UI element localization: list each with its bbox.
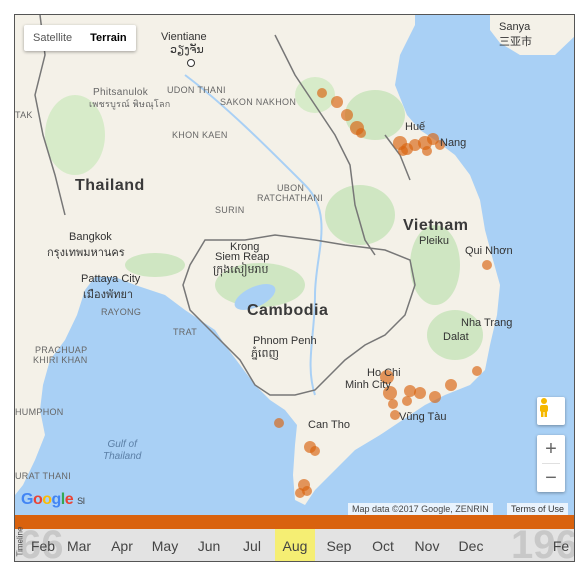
pegman-icon: [540, 398, 548, 417]
gulf-of-thailand-label: Gulf of Thailand: [103, 439, 142, 462]
timeline-month-jul[interactable]: Jul: [232, 529, 272, 561]
map-type-control: Satellite Terrain: [24, 25, 136, 51]
satellite-button[interactable]: Satellite: [24, 25, 81, 51]
region-ubon-b: RATCHATHANI: [257, 193, 323, 203]
region-ubon-a: UBON: [277, 183, 305, 193]
terrain-button[interactable]: Terrain: [81, 25, 135, 51]
city-hue: Huế: [405, 121, 426, 133]
terms-of-use-link[interactable]: Terms of Use: [507, 503, 569, 515]
region-rayong: RAYONG: [101, 307, 142, 317]
city-phitsanulok-local: เพชรบูรณ์ พิษณุโลก: [89, 99, 171, 109]
city-vientiane: Vientiane: [161, 31, 207, 43]
zoom-control: + −: [537, 435, 565, 492]
city-pleiku: Pleiku: [419, 235, 449, 247]
zoom-in-button[interactable]: +: [537, 435, 565, 463]
city-siem-reap-b: Siem Reap: [215, 251, 270, 263]
timeline-month-aug[interactable]: Aug: [275, 529, 315, 561]
city-phnom-penh: Phnom Penh: [253, 335, 317, 347]
timeline-month-jun[interactable]: Jun: [189, 529, 229, 561]
pegman-button[interactable]: [537, 397, 565, 425]
city-pattaya-local: เมืองพัทยา: [83, 289, 134, 301]
city-qui-nhon: Qui Nhơn: [465, 245, 513, 257]
city-can-tho: Can Tho: [308, 419, 350, 431]
timeline-month-feb[interactable]: Feb: [23, 529, 63, 561]
map-frame: Phitsanulok เพชรบูรณ์ พิษณุโลก TAK Vient…: [14, 14, 575, 562]
region-prachuap-b: KHIRI KHAN: [33, 355, 88, 365]
map-canvas[interactable]: Phitsanulok เพชรบูรณ์ พิษณุโลก TAK Vient…: [15, 15, 574, 515]
timeline-month-sep[interactable]: Sep: [319, 529, 359, 561]
timeline-month-mar[interactable]: Mar: [59, 529, 99, 561]
city-pattaya: Pattaya City: [81, 273, 141, 285]
city-phnom-penh-local: ភ្នំពេញ: [251, 348, 279, 360]
zoom-out-button[interactable]: −: [537, 464, 565, 492]
country-vietnam: Vietnam: [403, 217, 469, 234]
country-cambodia: Cambodia: [247, 302, 329, 319]
city-sanya: Sanya: [499, 21, 531, 33]
region-khon-kaen: KHON KAEN: [172, 130, 228, 140]
region-surat-thani: URAT THANI: [15, 471, 72, 481]
city-ho-chi-minh-a: Ho Chi: [367, 367, 401, 379]
city-da-nang: Nang: [440, 137, 467, 149]
city-sanya-local: 三亚市: [499, 36, 532, 48]
city-nha-trang: Nha Trang: [461, 317, 513, 329]
city-bangkok: Bangkok: [69, 231, 112, 243]
region-prachuap-a: PRACHUAP: [35, 345, 88, 355]
region-sakon-nakhon: SAKON NAKHON: [220, 97, 297, 107]
timeline-month-may[interactable]: May: [145, 529, 185, 561]
map-data-attribution: Map data ©2017 Google, ZENRIN: [348, 503, 493, 515]
timeline-month-oct[interactable]: Oct: [363, 529, 403, 561]
city-vung-tau: Vũng Tàu: [399, 411, 447, 423]
timeline-range-bar[interactable]: [15, 515, 574, 529]
region-udon-thani: UDON THANI: [167, 85, 226, 95]
city-bangkok-local: กรุงเทพมหานคร: [47, 247, 125, 259]
timeline-month-apr[interactable]: Apr: [102, 529, 142, 561]
google-logo[interactable]: Google SI: [21, 491, 85, 509]
region-surin: SURIN: [215, 205, 245, 215]
timeline-month-fe[interactable]: Fe: [549, 529, 573, 561]
region-chumphon: HUMPHON: [15, 407, 64, 417]
country-thailand: Thailand: [75, 177, 145, 194]
timeline-month-dec[interactable]: Dec: [451, 529, 491, 561]
city-ho-chi-minh-b: Minh City: [345, 379, 391, 391]
region-trat: TRAT: [173, 327, 198, 337]
city-dalat: Dalat: [443, 331, 469, 343]
timeline[interactable]: 66 196 Timeline Feb Mar Apr May Jun Jul Aug Sep…: [15, 515, 574, 561]
city-siem-reap-local: ក្រុងសៀមរាប: [213, 264, 269, 276]
region-tak: TAK: [15, 110, 33, 120]
capital-marker: [187, 59, 195, 67]
timeline-month-nov[interactable]: Nov: [407, 529, 447, 561]
city-vientiane-local: ວຽງຈັນ: [170, 44, 204, 56]
